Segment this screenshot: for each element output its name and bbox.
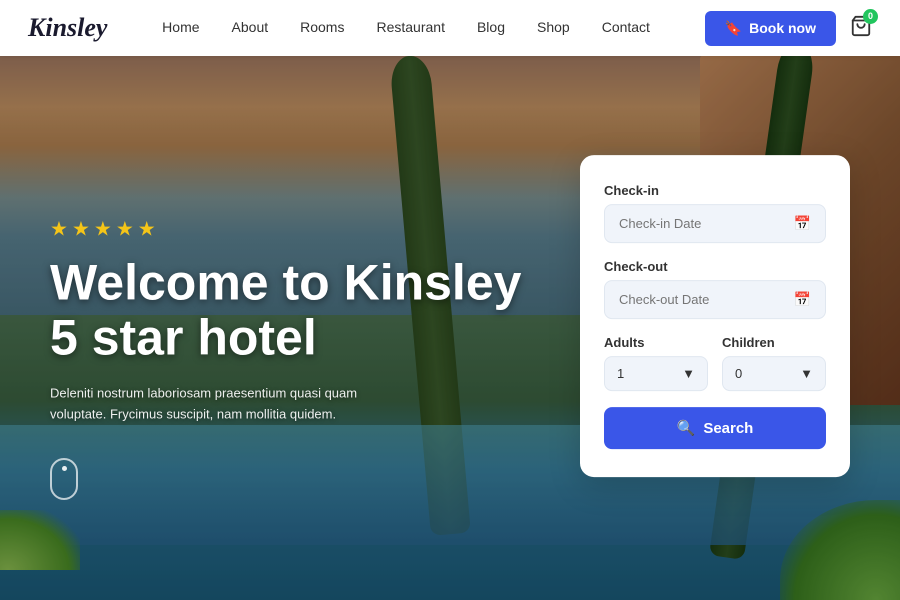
checkout-calendar-icon: 📅 xyxy=(794,291,811,308)
star-5: ★ xyxy=(138,217,156,242)
navbar-right: 🔖 Book now 0 xyxy=(705,11,872,46)
children-select[interactable]: 0 ▼ xyxy=(722,356,826,391)
star-rating: ★ ★ ★ ★ ★ xyxy=(50,217,521,242)
search-button[interactable]: 🔍 Search xyxy=(604,407,826,449)
nav-contact[interactable]: Contact xyxy=(602,19,650,35)
adults-field: Adults 1 ▼ xyxy=(604,335,708,391)
hero-section: ★ ★ ★ ★ ★ Welcome to Kinsley 5 star hote… xyxy=(0,0,900,600)
checkout-input-wrapper[interactable]: 📅 xyxy=(604,280,826,319)
checkin-label: Check-in xyxy=(604,183,826,198)
nav-blog[interactable]: Blog xyxy=(477,19,505,35)
adults-label: Adults xyxy=(604,335,708,350)
brand-logo[interactable]: Kinsley xyxy=(28,13,107,43)
adults-select[interactable]: 1 ▼ xyxy=(604,356,708,391)
search-icon: 🔍 xyxy=(677,419,696,437)
scroll-indicator[interactable] xyxy=(50,458,78,500)
hero-title-line2: 5 star hotel xyxy=(50,310,317,366)
star-4: ★ xyxy=(116,217,134,242)
nav-restaurant[interactable]: Restaurant xyxy=(376,19,444,35)
checkin-input-wrapper[interactable]: 📅 xyxy=(604,204,826,243)
hero-content: ★ ★ ★ ★ ★ Welcome to Kinsley 5 star hote… xyxy=(50,217,521,426)
bookmark-icon: 🔖 xyxy=(725,20,742,37)
checkin-calendar-icon: 📅 xyxy=(794,215,811,232)
scroll-dot xyxy=(62,466,67,471)
children-field: Children 0 ▼ xyxy=(722,335,826,391)
nav-shop[interactable]: Shop xyxy=(537,19,570,35)
hero-title-line1: Welcome to Kinsley xyxy=(50,255,521,311)
checkout-label: Check-out xyxy=(604,259,826,274)
checkout-field: Check-out 📅 xyxy=(604,259,826,319)
hero-title: Welcome to Kinsley 5 star hotel xyxy=(50,256,521,366)
children-value: 0 xyxy=(735,366,742,381)
checkin-input[interactable] xyxy=(619,216,794,231)
checkout-input[interactable] xyxy=(619,292,794,307)
nav-about[interactable]: About xyxy=(232,19,269,35)
children-label: Children xyxy=(722,335,826,350)
adults-dropdown-icon: ▼ xyxy=(682,366,695,381)
children-dropdown-icon: ▼ xyxy=(800,366,813,381)
hero-subtitle: Deleniti nostrum laboriosam praesentium … xyxy=(50,384,410,426)
star-2: ★ xyxy=(72,217,90,242)
nav-rooms[interactable]: Rooms xyxy=(300,19,344,35)
booking-card: Check-in 📅 Check-out 📅 Adults 1 ▼ xyxy=(580,155,850,477)
guests-row: Adults 1 ▼ Children 0 ▼ xyxy=(604,335,826,391)
cart-badge: 0 xyxy=(863,9,878,24)
book-now-label: Book now xyxy=(749,20,816,36)
star-1: ★ xyxy=(50,217,68,242)
nav-links: Home About Rooms Restaurant Blog Shop Co… xyxy=(162,19,650,37)
adults-value: 1 xyxy=(617,366,624,381)
star-3: ★ xyxy=(94,217,112,242)
book-now-button[interactable]: 🔖 Book now xyxy=(705,11,836,46)
nav-home[interactable]: Home xyxy=(162,19,199,35)
checkin-field: Check-in 📅 xyxy=(604,183,826,243)
cart-button[interactable]: 0 xyxy=(850,15,872,42)
navbar: Kinsley Home About Rooms Restaurant Blog… xyxy=(0,0,900,56)
search-btn-label: Search xyxy=(703,420,753,437)
